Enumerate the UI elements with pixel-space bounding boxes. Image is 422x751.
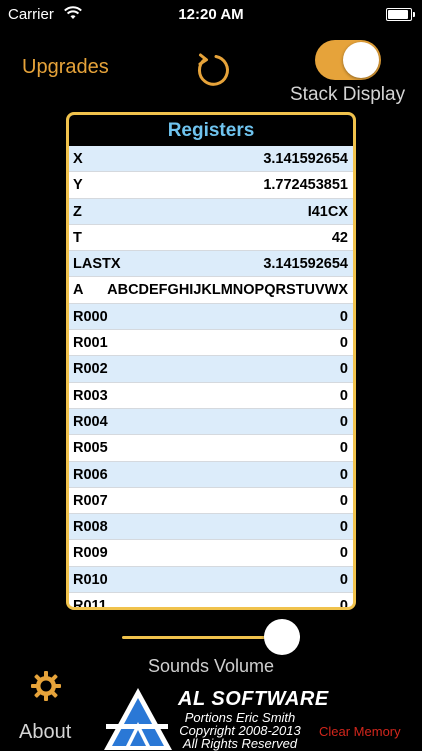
register-row[interactable]: A ABCDEFGHIJKLMNOPQRSTUVWX — [69, 277, 353, 304]
register-row[interactable]: R007 0 — [69, 487, 353, 515]
register-name: R011 — [73, 598, 107, 607]
register-value: 3.141592654 — [263, 151, 348, 167]
register-name: R003 — [73, 387, 108, 404]
status-bar: Carrier 12:20 AM — [0, 0, 422, 30]
battery-icon — [386, 8, 415, 21]
register-row[interactable]: Z I41CX — [69, 198, 353, 225]
register-value: 0 — [339, 440, 348, 457]
registers-list[interactable]: X 3.141592654 Y 1.772453851 Z I41CX T 42 LASTX 3.… — [69, 146, 353, 607]
register-name: R005 — [73, 440, 108, 457]
register-value: ABCDEFGHIJKLMNOPQRSTUVWX — [107, 282, 348, 299]
register-value: 0 — [339, 308, 348, 325]
register-name: Y — [73, 177, 83, 194]
register-row[interactable]: R010 0 — [69, 566, 353, 594]
register-value: 0 — [339, 361, 348, 378]
clear-memory-button[interactable]: Clear Memory — [319, 724, 401, 739]
register-row[interactable]: R006 0 — [69, 461, 353, 488]
volume-slider-thumb[interactable] — [264, 619, 300, 655]
register-row[interactable]: R011 0 — [69, 593, 353, 607]
register-value: 42 — [331, 229, 348, 246]
register-row[interactable]: R004 0 — [69, 408, 353, 436]
register-row[interactable]: Y 1.772453851 — [69, 172, 353, 199]
register-name: R008 — [73, 519, 108, 536]
brand-title: AL SOFTWARE — [178, 688, 329, 710]
register-value: 0 — [339, 545, 348, 562]
register-name: R007 — [73, 492, 108, 509]
toggle-knob — [343, 42, 379, 78]
refresh-icon[interactable] — [192, 50, 232, 90]
volume-track-filled — [122, 636, 268, 639]
about-button[interactable]: About — [19, 721, 71, 744]
register-value: 0 — [339, 413, 348, 430]
register-row[interactable]: T 42 — [69, 224, 353, 252]
register-row[interactable]: R005 0 — [69, 435, 353, 462]
register-name: R001 — [73, 335, 108, 352]
register-name: R000 — [73, 308, 108, 325]
register-value: 3.141592654 — [263, 256, 348, 273]
register-row[interactable]: LASTX 3.141592654 — [69, 251, 353, 278]
registers-title: Registers — [69, 115, 353, 146]
register-name: T — [73, 229, 82, 246]
register-value: 0 — [339, 571, 348, 588]
brand-line-3: All Rights Reserved — [182, 736, 298, 751]
register-row[interactable]: R002 0 — [69, 356, 353, 383]
register-name: R010 — [73, 571, 108, 588]
register-row[interactable]: R001 0 — [69, 330, 353, 357]
register-value: 0 — [339, 519, 348, 536]
register-name: Z — [73, 203, 82, 220]
register-name: X — [73, 151, 83, 167]
al-software-logo — [104, 688, 172, 750]
register-name: R002 — [73, 361, 108, 378]
register-value: 0 — [339, 387, 348, 404]
register-row[interactable]: R008 0 — [69, 514, 353, 541]
register-row[interactable]: R000 0 — [69, 303, 353, 331]
register-row[interactable]: R009 0 — [69, 540, 353, 567]
register-value: 0 — [339, 492, 348, 509]
stack-display-label: Stack Display — [290, 84, 406, 105]
register-value: 0 — [339, 466, 348, 483]
register-row[interactable]: R003 0 — [69, 382, 353, 409]
register-value: 0 — [339, 598, 348, 607]
stack-display-toggle[interactable] — [315, 40, 381, 80]
register-name: R009 — [73, 545, 108, 562]
clock: 12:20 AM — [178, 6, 244, 23]
upgrades-button[interactable]: Upgrades — [22, 56, 109, 79]
gear-icon[interactable] — [30, 670, 62, 702]
register-name: R006 — [73, 466, 108, 483]
register-value: 1.772453851 — [263, 177, 348, 194]
register-name: LASTX — [73, 256, 121, 273]
register-row[interactable]: X 3.141592654 — [69, 146, 353, 173]
register-value: I41CX — [307, 203, 348, 220]
register-name: A — [73, 282, 84, 299]
registers-panel: Registers X 3.141592654 Y 1.772453851 Z I41CX… — [66, 112, 356, 610]
register-name: R004 — [73, 413, 108, 430]
sounds-volume-label: Sounds Volume — [147, 656, 275, 676]
register-value: 0 — [339, 335, 348, 352]
